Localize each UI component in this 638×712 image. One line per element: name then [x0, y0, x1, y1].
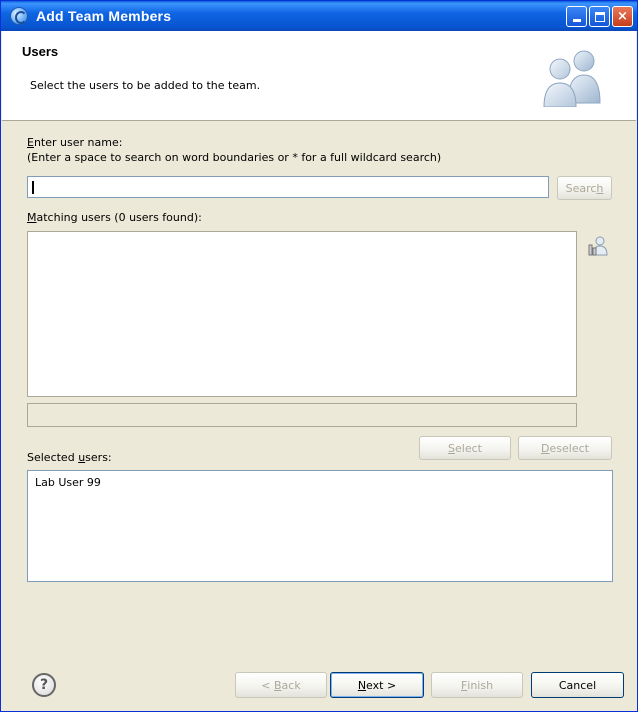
- search-hint: (Enter a space to search on word boundar…: [27, 151, 442, 164]
- finish-button[interactable]: Finish: [431, 672, 523, 698]
- add-team-members-dialog: Add Team Members × Users Select the user…: [0, 0, 638, 712]
- search-button[interactable]: Searc h: [557, 176, 612, 200]
- user-name-label-text: nter user name:: [33, 136, 123, 149]
- minimize-icon: [572, 19, 581, 22]
- back-button-mnemonic: B: [274, 678, 282, 692]
- page-description: Select the users to be added to the team…: [30, 79, 261, 92]
- page-title: Users: [22, 44, 59, 59]
- selected-users-label: Selected users:: [27, 451, 112, 464]
- selected-users-list[interactable]: Lab User 99: [27, 470, 613, 582]
- user-name-input[interactable]: [27, 176, 549, 198]
- minimize-button[interactable]: [566, 6, 587, 27]
- maximize-icon: [594, 11, 605, 22]
- user-name-label-mnemonic: E: [27, 136, 34, 149]
- wizard-header: Users Select the users to be added to th…: [2, 31, 636, 121]
- list-item[interactable]: Lab User 99: [35, 476, 101, 489]
- title-bar[interactable]: Add Team Members ×: [1, 1, 637, 31]
- deselect-button[interactable]: Deselect: [518, 436, 612, 460]
- deselect-button-mnemonic: D: [541, 441, 550, 455]
- back-button[interactable]: < Back: [235, 672, 327, 698]
- select-button[interactable]: Select: [419, 436, 511, 460]
- select-button-text: elect: [455, 441, 482, 455]
- search-button-text: Searc: [565, 181, 597, 195]
- next-button[interactable]: Next >: [330, 672, 424, 698]
- app-globe-icon: [10, 7, 28, 25]
- finish-button-text: inish: [467, 678, 494, 692]
- selected-users-label-text: sers:: [85, 451, 112, 464]
- search-button-mnemonic: h: [596, 181, 604, 195]
- window-controls: ×: [566, 6, 633, 27]
- back-button-prefix: <: [261, 678, 274, 692]
- selected-users-label-pre: Selected: [27, 451, 79, 464]
- deselect-button-text: eselect: [549, 441, 589, 455]
- maximize-button[interactable]: [589, 6, 610, 27]
- window-title: Add Team Members: [36, 8, 172, 24]
- cancel-button[interactable]: Cancel: [531, 672, 624, 698]
- matching-users-label: Matching users (0 users found):: [27, 211, 202, 224]
- select-button-mnemonic: S: [448, 441, 456, 455]
- matching-users-status: [27, 403, 577, 427]
- help-glyph: ?: [39, 677, 49, 693]
- user-name-label: Enter user name:: [27, 136, 122, 149]
- matching-users-label-text: atching users (0 users found):: [36, 211, 202, 224]
- next-button-text: ext >: [366, 678, 397, 692]
- close-icon: ×: [617, 9, 628, 24]
- back-button-text: ack: [281, 678, 301, 692]
- next-button-mnemonic: N: [357, 678, 367, 692]
- matching-users-list[interactable]: [27, 231, 577, 397]
- users-group-icon: [543, 50, 601, 107]
- matching-users-label-mnemonic: M: [27, 211, 37, 224]
- user-search-icon[interactable]: [587, 235, 609, 257]
- help-icon[interactable]: ?: [32, 673, 56, 697]
- close-button[interactable]: ×: [612, 6, 633, 27]
- text-caret: [32, 180, 34, 194]
